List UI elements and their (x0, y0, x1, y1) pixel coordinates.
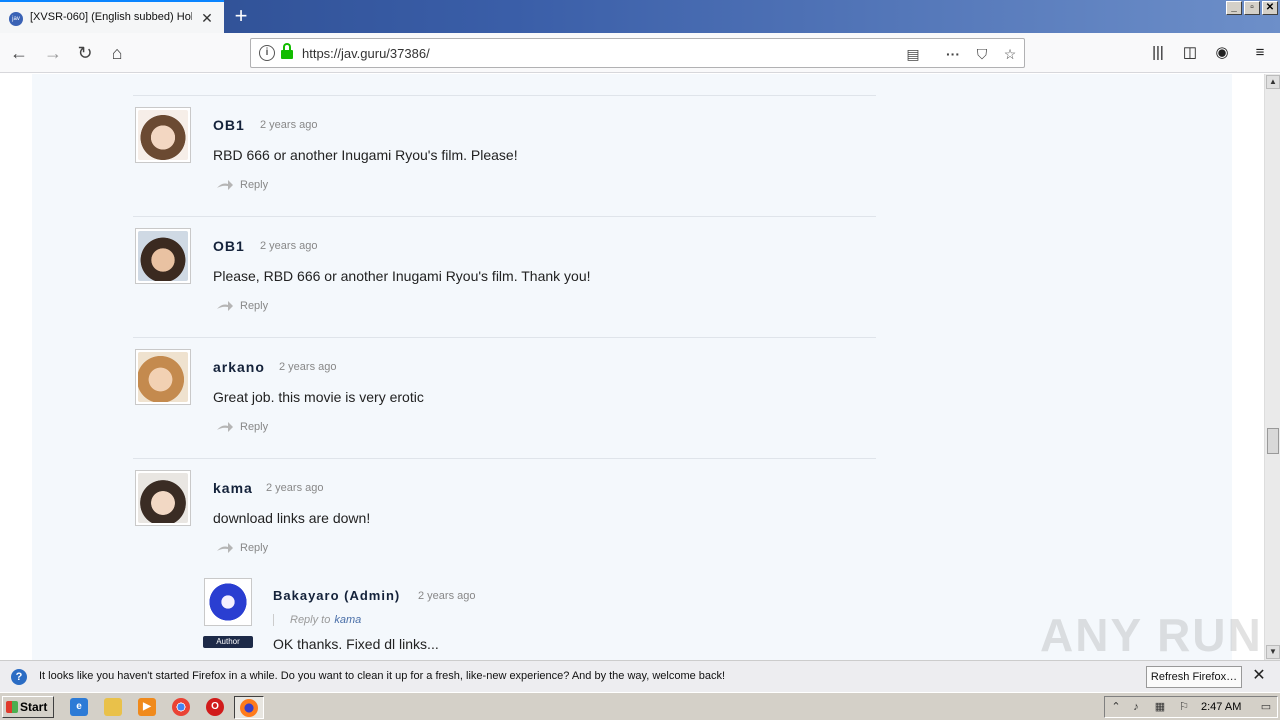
window-controls: _ ▫ ✕ (1226, 1, 1278, 15)
scroll-up-arrow-icon[interactable]: ▲ (1266, 75, 1280, 89)
comment-author[interactable]: kama (213, 480, 253, 496)
reply-to-user-link[interactable]: kama (334, 614, 361, 626)
pocket-icon[interactable]: ⛉ (972, 44, 992, 64)
tab-close-icon[interactable]: ✕ (198, 9, 216, 27)
sidebar-icon[interactable]: ◫ (1180, 43, 1200, 63)
page-actions-icon[interactable]: ··· (943, 44, 963, 64)
lock-icon (281, 43, 293, 59)
browser-tab[interactable]: jav [XVSR-060] (English subbed) Holy ✕ (0, 0, 224, 33)
comment-time[interactable]: 2 years ago (260, 119, 317, 131)
scroll-down-arrow-icon[interactable]: ▼ (1266, 645, 1280, 659)
refresh-firefox-button[interactable]: Refresh Firefox… (1146, 666, 1242, 688)
reply-arrow-icon[interactable] (216, 300, 234, 312)
start-button[interactable]: Start (2, 696, 54, 718)
page-viewport: OB1 2 years ago RBD 666 or another Inuga… (0, 74, 1264, 660)
system-tray: ⌃ ♪ ▦ ⚐ 2:47 AM ▭ (1104, 696, 1278, 718)
vertical-scrollbar[interactable]: ▲ ▼ (1264, 74, 1280, 660)
scrollbar-thumb[interactable] (1267, 428, 1279, 454)
restore-button[interactable]: ▫ (1244, 1, 1260, 15)
avatar (204, 578, 252, 626)
bookmark-star-icon[interactable]: ☆ (1000, 44, 1020, 64)
home-icon[interactable]: ⌂ (104, 40, 130, 66)
avatar (135, 470, 191, 526)
tray-expand-icon[interactable]: ⌃ (1109, 700, 1123, 714)
comment-author[interactable]: Bakayaro (Admin) (273, 588, 400, 603)
admin-reply-item: Author Bakayaro (Admin) 2 years ago Repl… (0, 574, 900, 660)
reply-link[interactable]: Reply (240, 300, 268, 312)
site-favicon-icon: jav (9, 12, 23, 26)
comment-text: Please, RBD 666 or another Inugami Ryou'… (213, 268, 591, 284)
comment-author[interactable]: OB1 (213, 117, 245, 133)
comment-author[interactable]: arkano (213, 359, 265, 375)
windows-taskbar: Start e ▶ O ⌃ ♪ ▦ ⚐ 2:47 AM ▭ (0, 692, 1280, 720)
reply-arrow-icon[interactable] (216, 179, 234, 191)
avatar (135, 228, 191, 284)
url-text[interactable]: https://jav.guru/37386/ (302, 46, 430, 61)
comment-time[interactable]: 2 years ago (418, 590, 475, 602)
folder-icon[interactable] (104, 698, 122, 716)
avatar-image (138, 473, 188, 523)
reply-link[interactable]: Reply (240, 421, 268, 433)
avatar-image (138, 352, 188, 402)
navigation-toolbar: ← → ↻ ⌂ i https://jav.guru/37386/ ▤ ··· … (0, 33, 1280, 73)
account-icon[interactable]: ◉ (1212, 43, 1232, 63)
comment-time[interactable]: 2 years ago (266, 482, 323, 494)
reply-link[interactable]: Reply (240, 179, 268, 191)
notification-bar: ? It looks like you haven't started Fire… (0, 660, 1280, 692)
reader-view-icon[interactable]: ▤ (903, 44, 923, 64)
notification-text: It looks like you haven't started Firefo… (39, 670, 726, 682)
media-player-icon[interactable]: ▶ (138, 698, 156, 716)
ie-icon[interactable]: e (70, 698, 88, 716)
anyrun-watermark: ANY RUN (1040, 609, 1263, 660)
start-label: Start (20, 700, 48, 714)
comment-item: arkano 2 years ago Great job. this movie… (0, 337, 900, 457)
reply-arrow-icon[interactable] (216, 421, 234, 433)
reload-icon[interactable]: ↻ (72, 40, 98, 66)
avatar-image (138, 110, 188, 160)
reply-arrow-icon[interactable] (216, 542, 234, 554)
close-icon[interactable]: ✕ (1250, 667, 1268, 685)
show-desktop-icon[interactable]: ▭ (1259, 700, 1273, 714)
comment-author[interactable]: OB1 (213, 238, 245, 254)
tab-title: [XVSR-060] (English subbed) Holy (30, 11, 192, 23)
new-tab-icon[interactable]: + (228, 3, 254, 29)
minimize-button[interactable]: _ (1226, 1, 1242, 15)
admin-avatar-image (207, 581, 249, 623)
back-arrow-icon[interactable]: ← (6, 40, 32, 66)
network-icon[interactable]: ▦ (1153, 700, 1167, 714)
close-window-button[interactable]: ✕ (1262, 1, 1278, 15)
chrome-icon[interactable] (172, 698, 190, 716)
windows-logo-icon (6, 701, 18, 713)
opera-icon[interactable]: O (206, 698, 224, 716)
volume-icon[interactable]: ♪ (1129, 700, 1143, 714)
reply-to-text: Reply to (290, 614, 331, 626)
site-info-icon[interactable]: i (259, 45, 275, 61)
comment-item: OB1 2 years ago RBD 666 or another Inuga… (0, 95, 900, 215)
comment-time[interactable]: 2 years ago (279, 361, 336, 373)
comment-text: download links are down! (213, 510, 371, 526)
comment-text: Great job. this movie is very erotic (213, 389, 424, 405)
action-center-flag-icon[interactable]: ⚐ (1177, 700, 1191, 714)
menu-hamburger-icon[interactable]: ≡ (1250, 43, 1270, 63)
comment-item: OB1 2 years ago Please, RBD 666 or anoth… (0, 216, 900, 336)
forward-arrow-icon[interactable]: → (40, 40, 66, 66)
tab-strip: jav [XVSR-060] (English subbed) Holy ✕ +… (0, 0, 1280, 33)
comment-text: OK thanks. Fixed dl links... (273, 636, 439, 652)
comment-text: RBD 666 or another Inugami Ryou's film. … (213, 147, 518, 163)
avatar-image (138, 231, 188, 281)
comment-item: kama 2 years ago download links are down… (0, 458, 900, 578)
url-bar[interactable]: i https://jav.guru/37386/ ▤ ··· ⛉ ☆ (250, 38, 1025, 68)
reply-link[interactable]: Reply (240, 542, 268, 554)
reply-to-label: Reply to kama (273, 614, 361, 626)
library-icon[interactable]: ||| (1148, 43, 1168, 63)
firefox-icon (240, 699, 258, 717)
avatar (135, 107, 191, 163)
question-icon: ? (11, 669, 27, 685)
comment-time[interactable]: 2 years ago (260, 240, 317, 252)
author-badge: Author (203, 636, 253, 648)
firefox-taskbar-button[interactable] (234, 696, 264, 719)
clock[interactable]: 2:47 AM (1201, 701, 1241, 713)
avatar (135, 349, 191, 405)
